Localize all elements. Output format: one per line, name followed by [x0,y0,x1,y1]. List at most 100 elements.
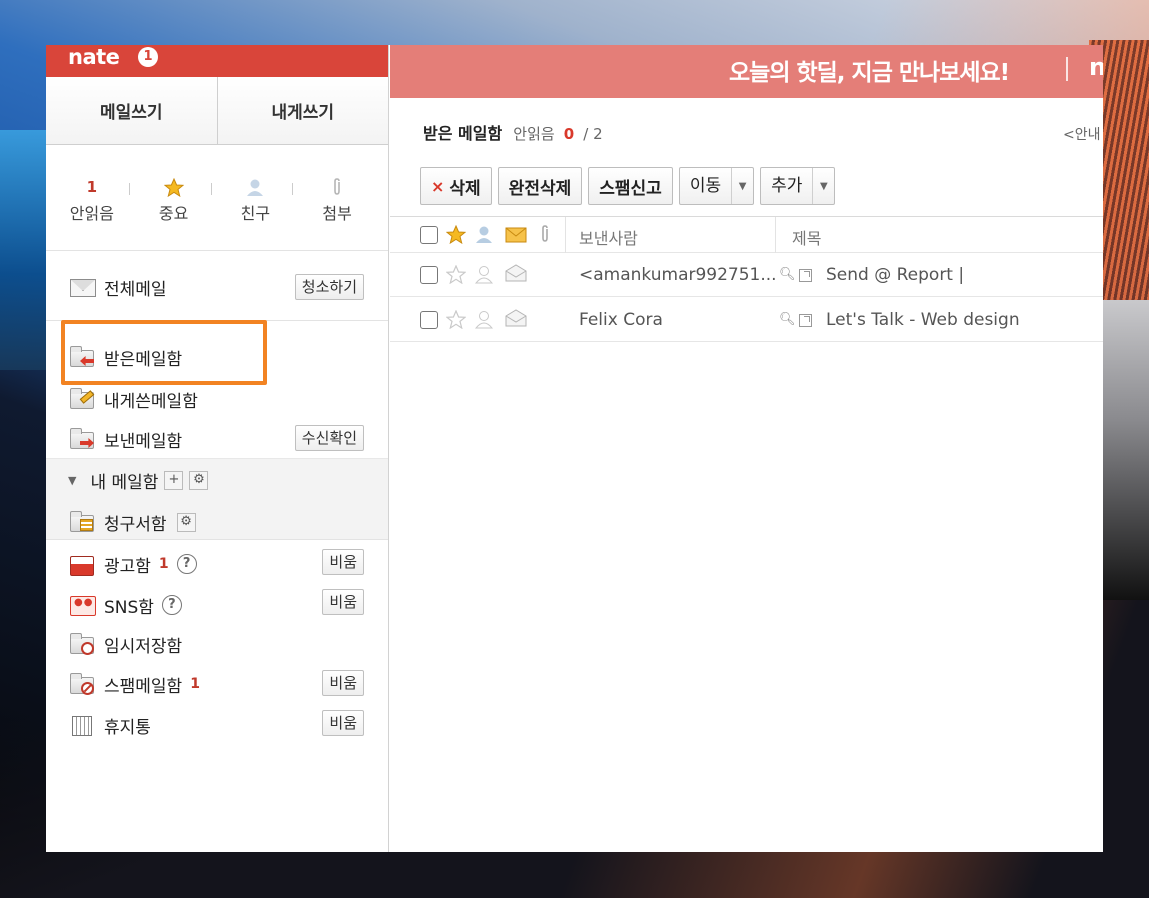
person-outline-icon[interactable] [474,310,494,333]
compose-row: 메일쓰기 내게쓰기 [46,77,388,145]
chevron-down-icon[interactable]: ▼ [812,168,834,204]
subject[interactable]: Let's Talk - Web design [826,310,1020,330]
subject[interactable]: Send @ Report | [826,265,964,285]
spam-report-button[interactable]: 스팸신고 [588,167,673,205]
notification-badge[interactable]: 1 [138,47,158,67]
table-row[interactable]: Felix Cora 🔍︎ Let's Talk - Web design [390,298,1103,342]
ban-folder-icon [68,673,96,695]
divider [128,183,130,195]
write-to-me-button[interactable]: 내게쓰기 [216,77,389,144]
subject-column-header[interactable]: 제목 [792,225,821,249]
clean-button[interactable]: 청소하기 [294,274,364,300]
row-checkbox[interactable] [420,311,438,329]
folder-label: 전체메일 [104,279,167,300]
row-checkbox[interactable] [420,266,438,284]
preview-icon[interactable] [799,269,812,282]
search-icon[interactable]: 🔍︎ [779,312,796,327]
sender-column-header[interactable]: 보낸사람 [579,225,638,249]
folder-billing[interactable]: 청구서함 ⚙ [68,508,196,536]
button-label: 삭제 [449,178,481,199]
folder-label: 휴지통 [104,717,151,738]
sender[interactable]: Felix Cora [579,310,663,330]
page-title: 받은 메일함 안읽음 0 / 2 [423,120,603,144]
delete-button[interactable]: × 삭제 [420,167,492,205]
star-icon[interactable] [445,224,467,248]
star-outline-icon[interactable] [445,309,467,333]
billing-folder-icon [68,511,96,533]
filter-label: 친구 [240,204,271,223]
preview-icon[interactable] [799,314,812,327]
permanent-delete-button[interactable]: 완전삭제 [497,167,583,205]
folder-ads[interactable]: 광고함 1 ? [68,550,197,578]
empty-ads-button[interactable]: 비움 [322,549,364,575]
read-receipt-button[interactable]: 수신확인 [294,425,364,451]
sender[interactable]: <amankumar992751... [579,265,777,285]
folder-label: SNS함 [104,597,154,618]
folder-spam[interactable]: 스팸메일함 1 [68,670,200,698]
billing-settings-button[interactable]: ⚙ [176,512,196,532]
person-outline-icon[interactable] [474,265,494,288]
folder-to-me[interactable]: 내게쓴메일함 [68,385,198,413]
folder-all-mail[interactable]: 전체메일 [68,273,167,301]
add-folder-button[interactable]: + [164,470,184,490]
my-folders-toggle[interactable]: ▼ 내 메일함 + ⚙ [68,466,209,494]
mail-list-pane: 오늘의 핫딜, 지금 만나보세요! n 받은 메일함 안읽음 0 / 2 <안내… [390,45,1103,852]
person-icon[interactable] [474,225,494,248]
filter-friends[interactable]: 친구 [220,175,294,250]
divider [210,183,212,195]
folder-label: 받은메일함 [104,349,183,370]
folder-label: 스팸메일함 [104,676,183,697]
star-outline-icon[interactable] [445,264,467,288]
folder-drafts[interactable]: 임시저장함 [68,630,182,658]
total-count: / 2 [583,125,603,143]
button-label: 이동 [689,176,722,196]
background-streak [1099,300,1149,600]
folder-inbox[interactable]: 받은메일함 [68,343,182,371]
divider [775,217,776,253]
unread-count: 1 [86,178,98,196]
paperclip-icon[interactable] [538,225,552,248]
clock-folder-icon [68,633,96,655]
folder-label: 내 메일함 [90,472,159,493]
chevron-down-icon[interactable]: ▼ [731,168,753,204]
folder-label: 내게쓴메일함 [104,391,198,412]
envelope-icon[interactable] [505,227,527,247]
spam-count: 1 [190,676,200,692]
write-mail-button[interactable]: 메일쓰기 [46,77,217,144]
quick-filters: 1 안읽음 중요 친구 첨부 [46,145,388,251]
filter-important[interactable]: 중요 [139,175,212,250]
move-dropdown[interactable]: 이동 ▼ [678,167,755,205]
folder-trash[interactable]: 휴지통 [68,711,151,739]
folder-sent[interactable]: 보낸메일함 [68,425,182,453]
table-row[interactable]: <amankumar992751... 🔍︎ Send @ Report | [390,253,1103,297]
envelope-icon [68,276,96,298]
filter-label: 중요 [158,204,189,223]
promo-banner[interactable]: 오늘의 핫딜, 지금 만나보세요! n [390,45,1103,98]
empty-spam-button[interactable]: 비움 [322,670,364,696]
folder-settings-button[interactable]: ⚙ [189,470,209,490]
mail-window: nate 1 메일쓰기 내게쓰기 1 안읽음 중요 친구 첨부 전체메일 청소하… [46,45,1103,852]
filter-unread[interactable]: 1 안읽음 [57,175,130,250]
select-all-checkbox[interactable] [420,226,438,244]
search-icon[interactable]: 🔍︎ [779,267,796,282]
open-envelope-icon [505,264,527,286]
guide-link[interactable]: <안내 [1063,124,1101,144]
help-icon[interactable]: ? [176,554,197,574]
folder-label: 보낸메일함 [104,431,183,452]
nate-header: nate 1 [46,45,388,77]
filter-attachments[interactable]: 첨부 [302,175,372,250]
divider [565,217,566,253]
folder-sns[interactable]: SNS함 ? [68,591,182,619]
help-icon[interactable]: ? [161,595,182,615]
empty-sns-button[interactable]: 비움 [322,589,364,615]
divider [1066,57,1068,81]
sent-folder-icon [68,428,96,450]
shopping-bag-icon [68,553,96,576]
empty-trash-button[interactable]: 비움 [322,710,364,736]
nate-logo[interactable]: nate [68,45,120,69]
open-envelope-icon [505,309,527,331]
list-header: 보낸사람 제목 [390,216,1103,253]
triangle-down-icon: ▼ [68,473,77,487]
add-dropdown[interactable]: 추가 ▼ [760,167,836,205]
folder-label: 광고함 [104,556,151,577]
